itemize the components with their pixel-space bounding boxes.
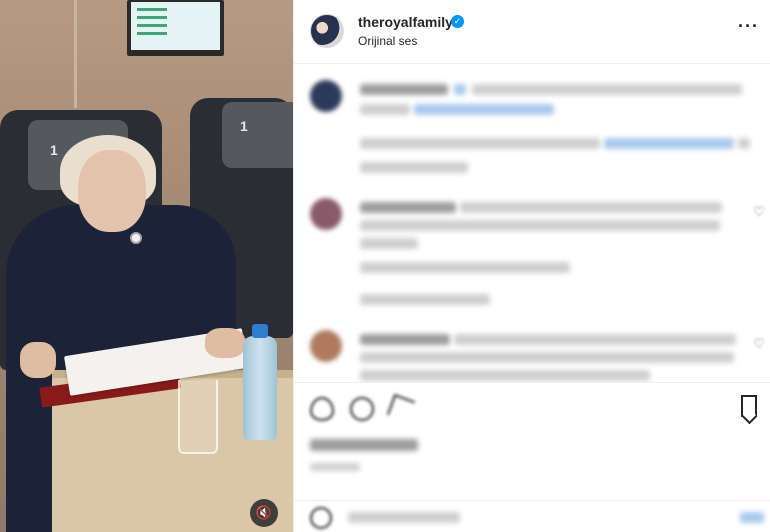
comments-list[interactable]: ♡ ♡ <box>294 64 770 382</box>
post-details-panel: theroyalfamily ✓ Orijinal ses ··· ♡ ♡ <box>293 0 770 532</box>
caption-text-blurred <box>472 84 742 95</box>
caption-username-blurred <box>360 84 448 95</box>
comment-username-blurred <box>360 334 450 345</box>
share-send-icon[interactable] <box>386 393 416 423</box>
comment-username-blurred <box>360 202 456 213</box>
post-header: theroyalfamily ✓ Orijinal ses ··· <box>294 0 770 64</box>
view-replies-blurred[interactable] <box>360 294 490 305</box>
comment-text-blurred <box>460 202 722 213</box>
comment-meta-blurred <box>360 262 570 273</box>
caption-mention-blurred <box>454 84 466 95</box>
water-glass <box>178 380 218 454</box>
post-comment-button-blurred[interactable] <box>740 512 764 523</box>
left-hand <box>20 342 56 378</box>
comment-text-blurred <box>360 370 650 381</box>
like-heart-icon[interactable] <box>310 397 334 421</box>
speaker-muted-icon: 🔇 <box>255 505 273 520</box>
mute-toggle-button[interactable]: 🔇 <box>250 499 278 527</box>
verified-badge-icon: ✓ <box>451 15 464 28</box>
likes-count-blurred[interactable] <box>310 439 418 451</box>
post-date-blurred <box>310 463 360 471</box>
train-wall-pole <box>74 0 77 108</box>
brooch <box>130 232 142 244</box>
comment-text-blurred <box>360 220 720 231</box>
caption-text-blurred <box>360 104 410 115</box>
account-avatar[interactable] <box>310 14 344 48</box>
caption-link-blurred <box>414 104 554 115</box>
add-comment-input-blurred[interactable] <box>348 512 460 523</box>
caption-link-blurred <box>604 138 734 149</box>
more-options-icon[interactable]: ··· <box>738 16 759 37</box>
comment-like-heart-icon[interactable]: ♡ <box>753 336 765 352</box>
post-video[interactable]: 1 1 🔇 <box>0 0 293 532</box>
audio-label[interactable]: Orijinal ses <box>358 34 417 48</box>
right-hand <box>205 328 245 358</box>
bookmark-icon[interactable] <box>741 395 757 417</box>
water-bottle <box>243 324 277 440</box>
seat-number-label: 1 <box>240 118 248 134</box>
comment-like-heart-icon[interactable]: ♡ <box>753 204 765 220</box>
comment-text-blurred <box>360 352 734 363</box>
caption-text-blurred <box>738 138 750 149</box>
caption-text-blurred <box>360 138 600 149</box>
caption-meta-blurred <box>360 162 468 173</box>
train-info-monitor <box>127 0 224 56</box>
comment-avatar[interactable] <box>310 80 342 112</box>
add-comment-bar <box>294 500 770 532</box>
comment-bubble-icon[interactable] <box>350 397 374 421</box>
post-actions <box>294 382 770 500</box>
comment-text-blurred <box>360 238 418 249</box>
comment-text-blurred <box>454 334 736 345</box>
account-username[interactable]: theroyalfamily <box>358 14 453 30</box>
person-face <box>78 150 146 232</box>
emoji-icon[interactable] <box>310 507 332 529</box>
comment-avatar[interactable] <box>310 330 342 362</box>
comment-avatar[interactable] <box>310 198 342 230</box>
seat-number-label: 1 <box>50 142 58 158</box>
